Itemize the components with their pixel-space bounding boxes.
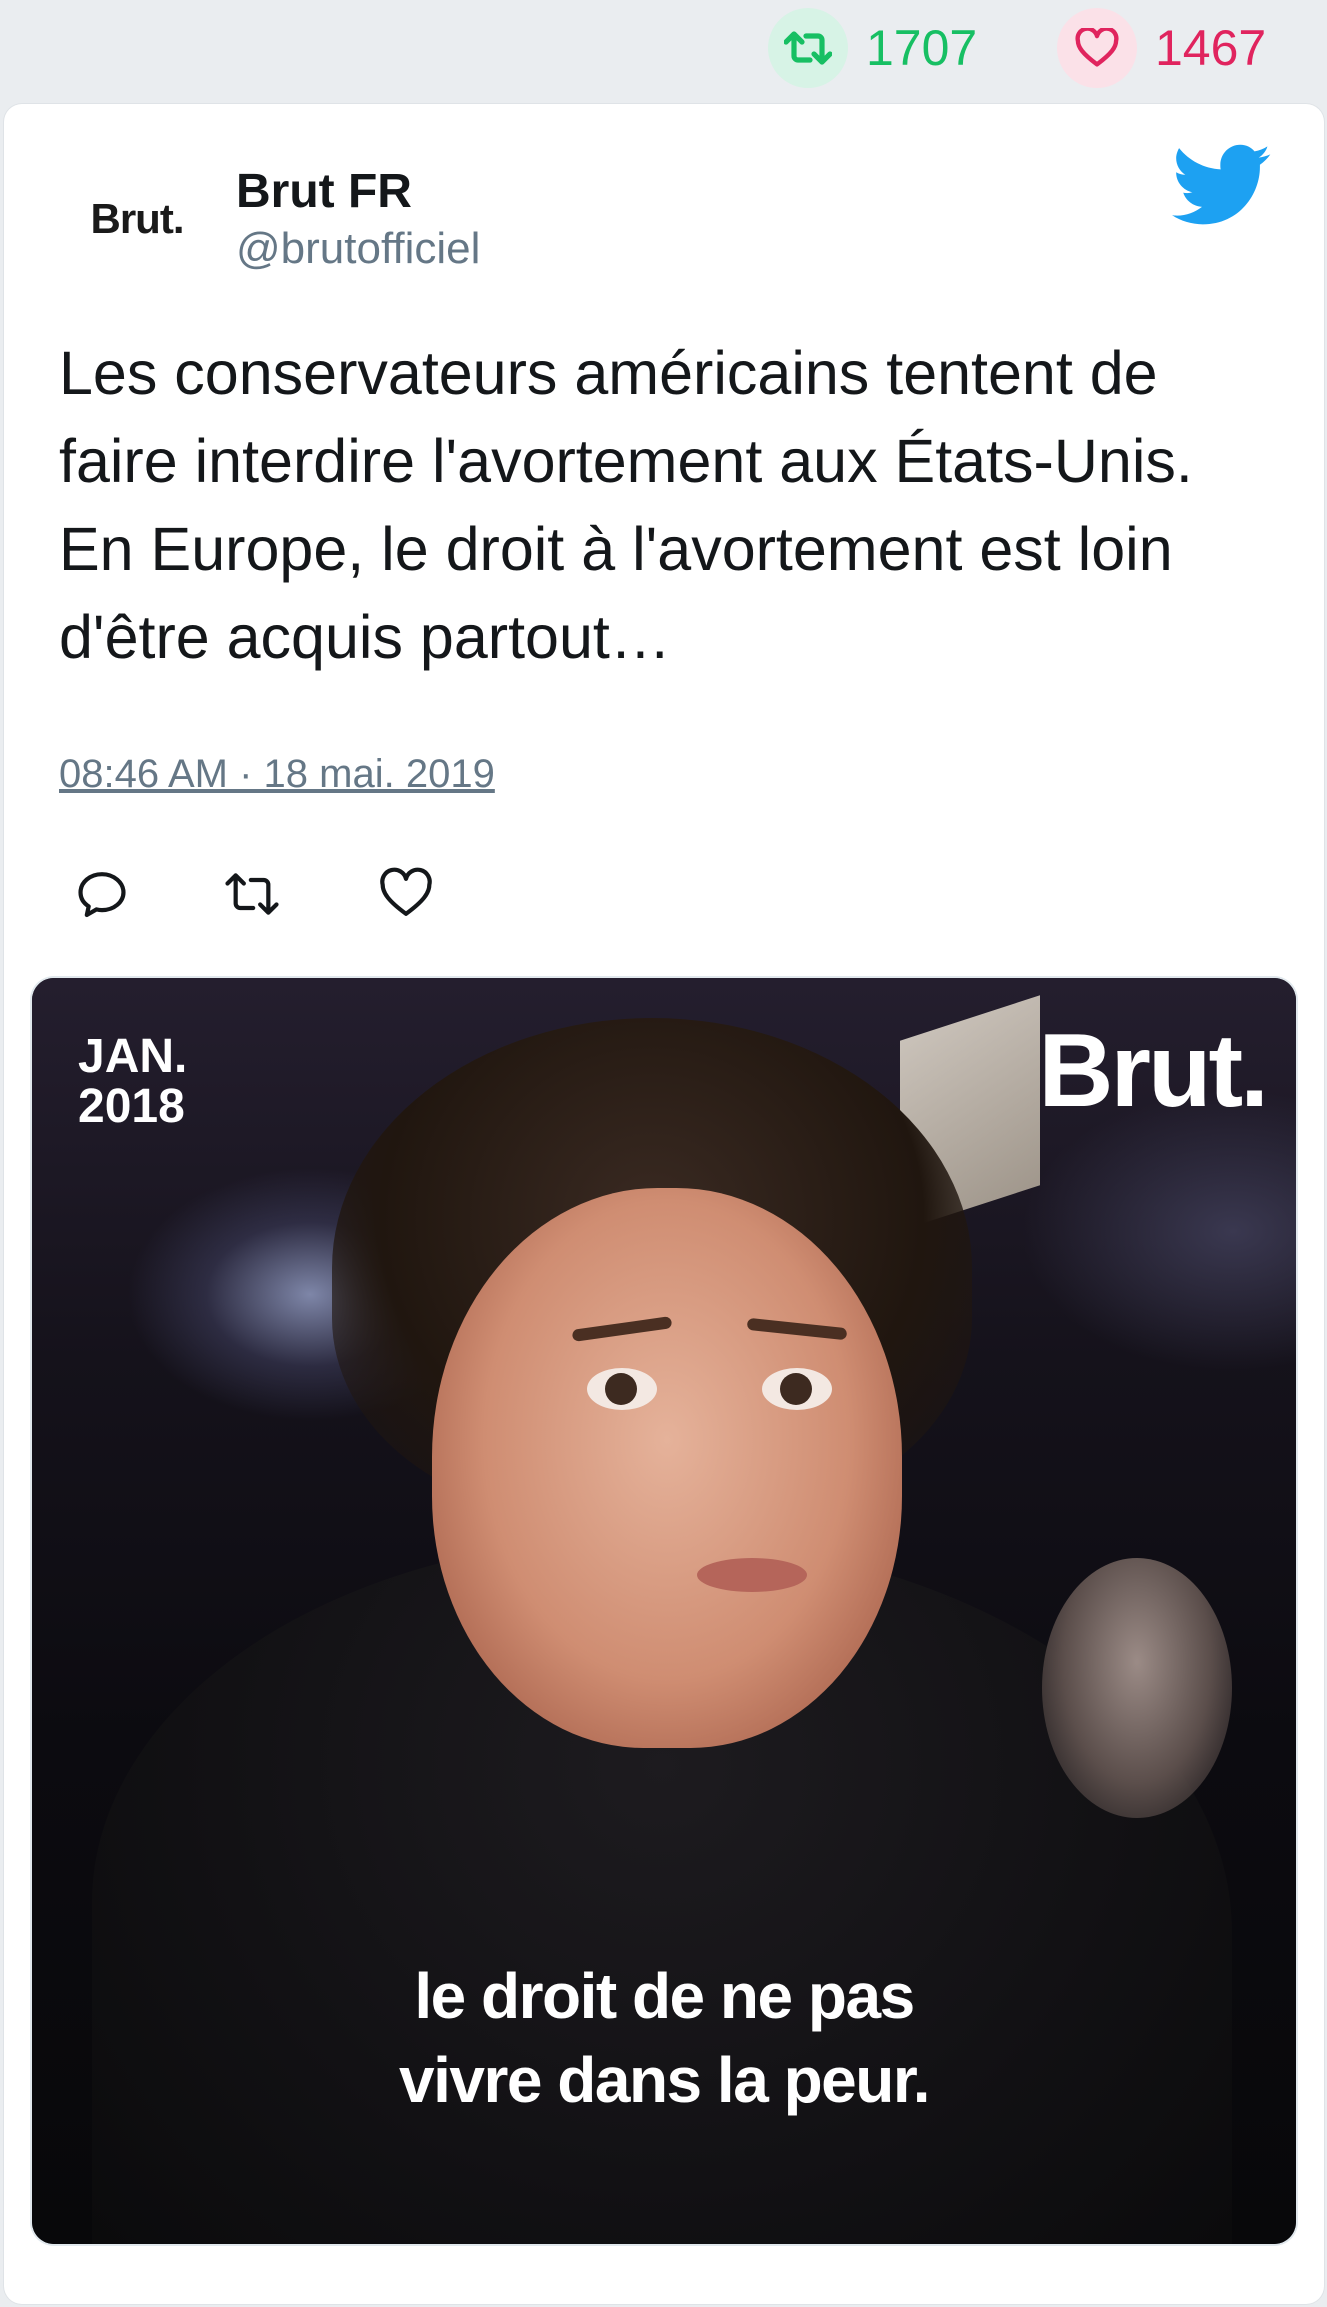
video-date-year: 2018 [78,1080,185,1133]
twitter-bird-icon[interactable] [1172,144,1272,234]
video-date-month: JAN. [78,1030,188,1083]
heart-icon[interactable] [378,866,438,926]
media-video-thumbnail[interactable]: JAN. 2018 Brut. le droit de ne pas vivre… [32,978,1296,2244]
tweet-timestamp[interactable]: 08:46 AM · 18 mai. 2019 [59,752,495,797]
display-name[interactable]: Brut FR [236,164,412,219]
subtitle-line-2: vivre dans la peur. [399,2044,931,2116]
reply-icon[interactable] [74,866,134,926]
tweet-card: Brut. Brut FR @brutofficiel Les conserva… [4,104,1324,2304]
subtitle-line-1: le droit de ne pas [414,1960,915,2032]
heart-icon[interactable] [1057,8,1137,88]
face [432,1188,902,1748]
user-handle[interactable]: @brutofficiel [236,224,480,274]
retweet-stat[interactable]: 1707 [768,8,977,88]
left-eye [587,1368,657,1410]
tweet-text: Les conservateurs américains tentent de … [59,339,1193,671]
retweet-icon[interactable] [222,866,282,926]
stats-bar: 1707 1467 [0,0,1327,100]
brut-watermark: Brut. [1038,1013,1269,1129]
like-count: 1467 [1155,20,1267,76]
avatar-logo: Brut. [90,195,185,242]
mouth [697,1558,807,1592]
like-stat[interactable]: 1467 [1057,8,1266,88]
retweet-count: 1707 [866,20,978,76]
video-date-label: JAN. 2018 [78,1032,187,1132]
retweet-icon[interactable] [768,8,848,88]
fur-collar [1042,1558,1232,1818]
video-subtitle: le droit de ne pas vivre dans la peur. [32,1954,1296,2122]
right-eye [762,1368,832,1410]
avatar[interactable]: Brut. [52,164,222,274]
